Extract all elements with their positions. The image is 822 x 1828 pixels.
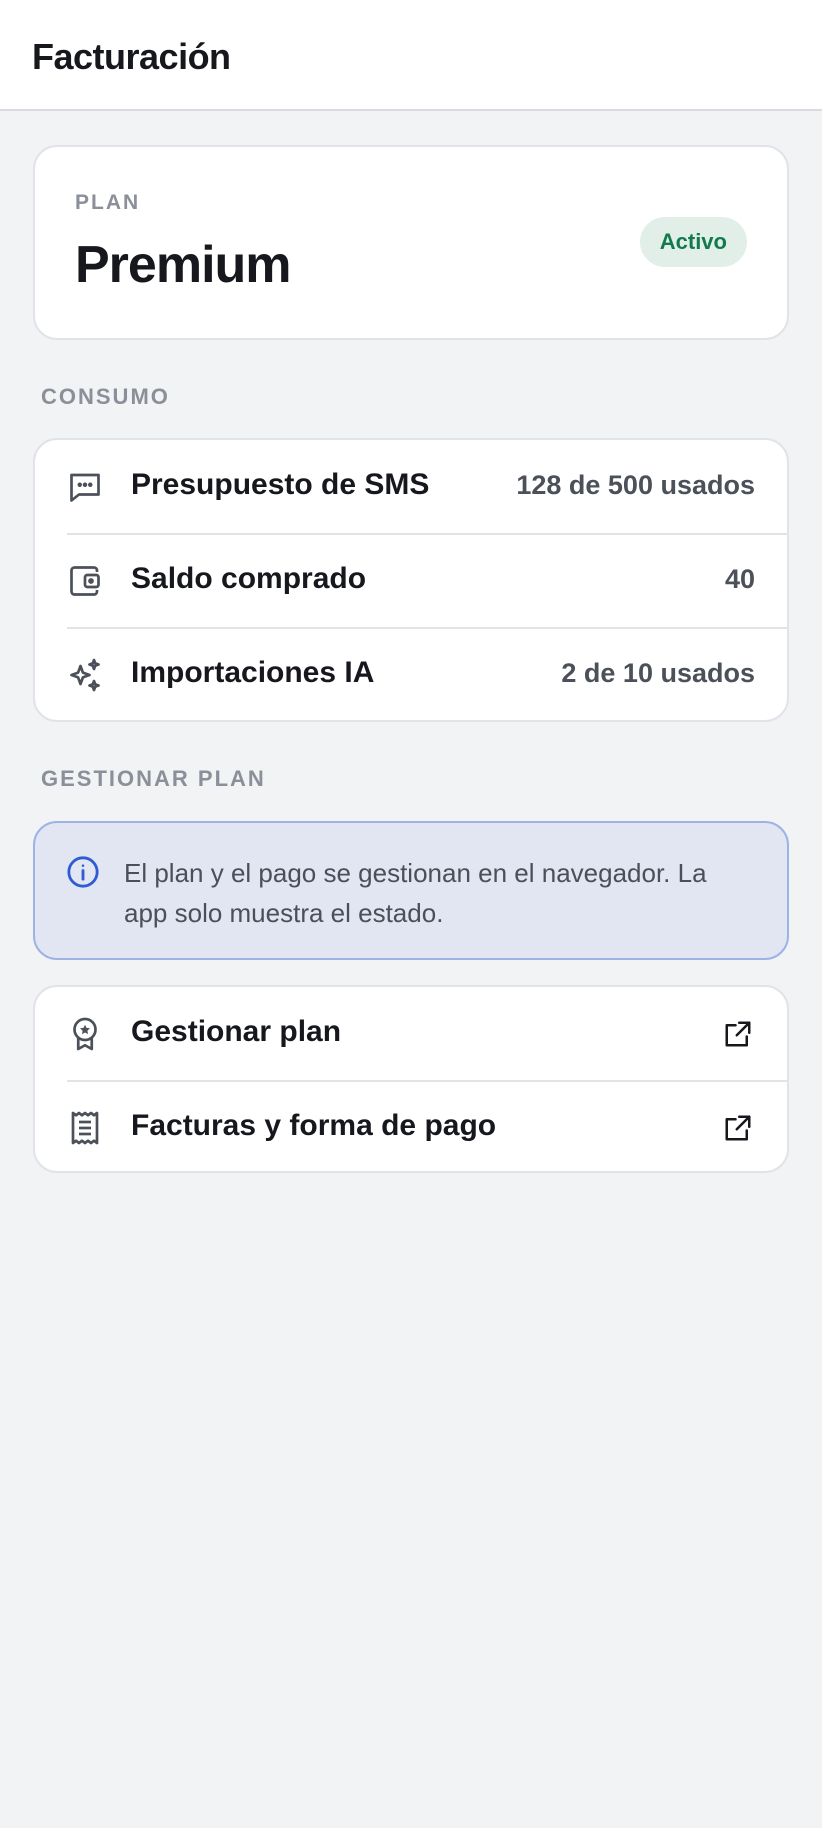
facturas-label: Facturas y forma de pago (131, 1109, 497, 1142)
app-header: Facturación (0, 0, 822, 111)
external-link-icon (723, 1019, 753, 1049)
consumo-label-saldo: Saldo comprado (131, 562, 367, 595)
consumo-label-ia: Importaciones IA (131, 656, 375, 689)
gestionar-plan-link[interactable]: Gestionar plan (35, 987, 787, 1081)
consumo-section-title: CONSUMO (41, 384, 170, 409)
info-icon (66, 855, 100, 889)
plan-name: Premium (75, 236, 292, 294)
consumo-value-sms: 128 de 500 usados (516, 470, 755, 500)
plan-card: PLAN Premium Activo (33, 145, 789, 340)
facturas-link[interactable]: Facturas y forma de pago (35, 1081, 787, 1171)
gestionar-card: Gestionar plan Facturas y forma de pago (33, 985, 789, 1173)
status-badge: Activo (639, 217, 747, 267)
consumo-card: Presupuesto de SMS 128 de 500 usados Sal… (33, 438, 789, 722)
plan-label: PLAN (75, 191, 141, 214)
gestionar-plan-label: Gestionar plan (131, 1015, 342, 1048)
receipt-icon (67, 1110, 103, 1146)
external-link-icon (723, 1113, 753, 1143)
wallet-icon (67, 563, 103, 599)
consumo-row-saldo: Saldo comprado 40 (35, 534, 787, 628)
message-dots-icon (67, 469, 103, 505)
consumo-value-saldo: 40 (724, 564, 755, 594)
info-banner: El plan y el pago se gestionan en el nav… (33, 821, 789, 960)
consumo-row-sms: Presupuesto de SMS 128 de 500 usados (35, 440, 787, 534)
gestionar-section-title: GESTIONAR PLAN (41, 766, 266, 791)
award-icon (67, 1016, 103, 1052)
consumo-row-ia: Importaciones IA 2 de 10 usados (35, 628, 787, 720)
consumo-label-sms: Presupuesto de SMS (131, 468, 430, 501)
page-title: Facturación (32, 36, 231, 77)
sparkles-icon (67, 657, 103, 693)
consumo-value-ia: 2 de 10 usados (561, 658, 755, 688)
info-text: El plan y el pago se gestionan en el nav… (124, 858, 707, 928)
